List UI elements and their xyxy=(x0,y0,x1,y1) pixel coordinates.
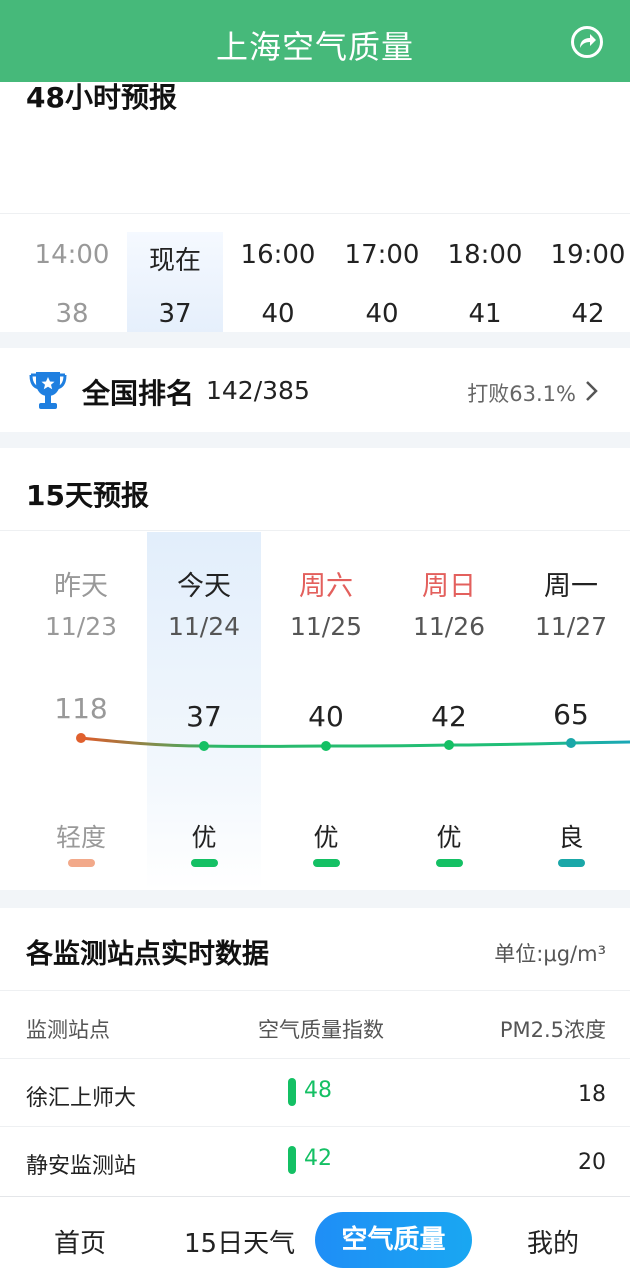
app-header: 上海空气质量 xyxy=(0,0,630,82)
station-name: 静安监测站 xyxy=(26,1154,137,1179)
nav-me[interactable]: 我的 xyxy=(527,1223,579,1260)
hour-aqi: 42 xyxy=(571,299,605,329)
stations-title: 各监测站点实时数据 xyxy=(26,939,269,970)
daily-forecast-title: 15天预报 xyxy=(26,479,149,512)
divider xyxy=(0,530,630,531)
day-level: 优 xyxy=(313,823,339,852)
hour-aqi: 40 xyxy=(365,299,399,329)
day-name: 周日 xyxy=(422,571,476,602)
station-aqi: 42 xyxy=(304,1146,332,1171)
hour-time: 14:00 xyxy=(34,240,110,270)
page-title: 上海空气质量 xyxy=(215,28,414,66)
hour-item[interactable]: 14:00 38 优 xyxy=(24,232,120,332)
day-level: 良 xyxy=(558,823,584,852)
ranking-label: 全国排名 xyxy=(82,377,195,410)
hour-aqi: 38 xyxy=(55,299,89,329)
divider xyxy=(0,213,630,214)
day-name: 周一 xyxy=(544,571,598,602)
aqi-level-bar xyxy=(288,1078,296,1106)
ranking-beat-percent: 打败63.1% xyxy=(467,382,576,406)
hour-aqi: 41 xyxy=(468,299,502,329)
nav-home[interactable]: 首页 xyxy=(54,1223,106,1260)
divider xyxy=(0,990,630,991)
hour-time: 19:00 xyxy=(550,240,626,270)
hourly-forecast-card: 48小时预报 14:00 38 优 现在 37 优 16:00 40 优 17:… xyxy=(0,82,630,332)
day-level-bar xyxy=(191,859,218,867)
nav-air-quality[interactable]: 空气质量 xyxy=(315,1212,472,1268)
nav-15day-weather[interactable]: 15日天气 xyxy=(184,1223,295,1260)
ranking-value: 142/385 xyxy=(206,376,310,405)
day-aqi: 42 xyxy=(431,700,467,733)
day-level-bar xyxy=(436,859,463,867)
station-name: 徐汇上师大 xyxy=(26,1086,137,1111)
hour-time: 18:00 xyxy=(447,240,523,270)
day-aqi: 118 xyxy=(54,692,108,725)
hour-item[interactable]: 17:00 40 优 xyxy=(334,232,430,332)
day-date: 11/26 xyxy=(412,612,486,641)
hour-item[interactable]: 16:00 40 优 xyxy=(230,232,326,332)
day-level-bar xyxy=(558,859,585,867)
day-level: 轻度 xyxy=(55,823,106,852)
day-date: 11/27 xyxy=(534,612,608,641)
trophy-icon xyxy=(29,372,67,409)
daily-forecast-card: 15天预报 昨天 11/23 118 轻度 今天 11/24 37 优 周六 1… xyxy=(0,448,630,890)
chevron-right-icon xyxy=(586,381,598,401)
day-date: 11/23 xyxy=(44,612,118,641)
day-name: 昨天 xyxy=(54,571,108,602)
hour-item[interactable]: 18:00 41 优 xyxy=(437,232,533,332)
app: 上海空气质量 48小时预报 14:00 38 优 现在 37 优 16:00 4… xyxy=(0,0,630,1280)
day-item-today[interactable]: 今天 11/24 37 优 xyxy=(144,548,264,878)
hour-time: 现在 xyxy=(148,246,201,276)
divider xyxy=(0,1126,630,1127)
day-aqi: 37 xyxy=(186,700,222,733)
day-item[interactable]: 昨天 11/23 118 轻度 xyxy=(21,548,141,878)
hour-item-now[interactable]: 现在 37 优 xyxy=(127,232,223,332)
day-level: 优 xyxy=(191,823,217,852)
day-item[interactable]: 周六 11/25 40 优 xyxy=(266,548,386,878)
table-row[interactable]: 静安监测站 42 20 xyxy=(0,1128,630,1194)
day-level-bar xyxy=(313,859,340,867)
day-item[interactable]: 周一 11/27 65 良 xyxy=(511,548,630,878)
day-level-bar xyxy=(68,859,95,867)
divider xyxy=(0,1058,630,1059)
day-level: 优 xyxy=(436,823,462,852)
table-row[interactable]: 徐汇上师大 48 18 xyxy=(0,1060,630,1126)
bottom-nav: 首页 15日天气 空气质量 我的 xyxy=(0,1196,630,1280)
hour-aqi: 40 xyxy=(261,299,295,329)
day-item[interactable]: 周日 11/26 42 优 xyxy=(389,548,509,878)
station-pm25: 20 xyxy=(578,1150,606,1175)
aqi-level-bar xyxy=(288,1146,296,1174)
day-aqi: 65 xyxy=(553,698,589,731)
hourly-forecast-title: 48小时预报 xyxy=(26,82,177,114)
hour-time: 17:00 xyxy=(344,240,420,270)
hour-aqi: 37 xyxy=(158,299,192,329)
hour-time: 16:00 xyxy=(240,240,316,270)
national-ranking-row[interactable]: 全国排名 142/385 打败63.1% xyxy=(0,348,630,432)
column-header-aqi: 空气质量指数 xyxy=(258,1018,384,1042)
station-pm25: 18 xyxy=(578,1082,606,1107)
day-date: 11/25 xyxy=(289,612,363,641)
day-name: 今天 xyxy=(177,571,231,602)
hour-item[interactable]: 19:00 42 优 xyxy=(540,232,630,332)
station-aqi: 48 xyxy=(304,1078,332,1103)
share-icon[interactable] xyxy=(570,25,604,59)
stations-card: 各监测站点实时数据 单位:μg/m³ 监测站点 空气质量指数 PM2.5浓度 徐… xyxy=(0,908,630,1198)
column-header-pm25: PM2.5浓度 xyxy=(499,1018,606,1042)
day-aqi: 40 xyxy=(308,700,344,733)
day-date: 11/24 xyxy=(167,612,241,641)
stations-unit: 单位:μg/m³ xyxy=(494,942,606,966)
day-name: 周六 xyxy=(299,571,353,602)
column-header-station: 监测站点 xyxy=(26,1018,110,1042)
